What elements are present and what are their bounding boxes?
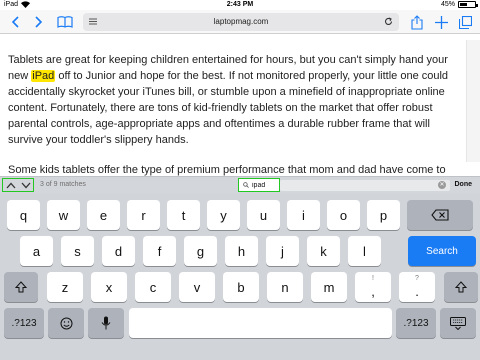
shift-key-left[interactable] (4, 272, 38, 302)
key-g[interactable]: g (184, 236, 217, 266)
delete-key[interactable] (407, 200, 473, 230)
key-l[interactable]: l (348, 236, 381, 266)
key-t[interactable]: t (167, 200, 200, 230)
article-body: Tablets are great for keeping children e… (8, 52, 464, 192)
emoji-icon (60, 317, 72, 329)
key-m[interactable]: m (311, 272, 347, 302)
comma-key[interactable]: !, (355, 272, 391, 302)
shift-icon (455, 281, 467, 293)
key-n[interactable]: n (267, 272, 303, 302)
battery-percent: 45% (440, 1, 455, 8)
emoji-key[interactable] (48, 308, 84, 338)
match-navigation (2, 178, 34, 192)
key-j[interactable]: j (266, 236, 299, 266)
search-key[interactable]: Search (408, 236, 476, 266)
share-icon (411, 14, 423, 30)
microphone-icon (101, 316, 111, 330)
numbers-key-left[interactable]: .?123 (4, 308, 44, 338)
new-tab-button[interactable] (432, 13, 450, 31)
match-count: 3 of 9 matches (40, 181, 86, 188)
done-button[interactable]: Done (455, 181, 473, 188)
key-z[interactable]: z (47, 272, 83, 302)
browser-toolbar: laptopmag.com (0, 10, 480, 34)
space-key[interactable] (129, 308, 392, 338)
sidebar-edge (466, 40, 480, 162)
clear-search-button[interactable]: ✕ (438, 181, 446, 189)
tabs-button[interactable] (456, 13, 474, 31)
key-f[interactable]: f (143, 236, 176, 266)
paragraph-text: off to Junior and hope for the best. If … (8, 70, 449, 146)
key-x[interactable]: x (91, 272, 127, 302)
hide-keyboard-icon (450, 316, 466, 330)
next-match-button[interactable] (21, 182, 31, 189)
forward-button[interactable] (30, 13, 48, 31)
find-input[interactable] (252, 181, 276, 189)
key-h[interactable]: h (225, 236, 258, 266)
share-button[interactable] (408, 13, 426, 31)
search-highlight: iPad (31, 70, 56, 82)
key-r[interactable]: r (127, 200, 160, 230)
address-bar[interactable]: laptopmag.com (83, 13, 399, 31)
clock: 2:43 PM (226, 1, 254, 8)
numbers-key-right[interactable]: .?123 (396, 308, 436, 338)
url-text: laptopmag.com (213, 17, 269, 26)
key-a[interactable]: a (20, 236, 53, 266)
key-c[interactable]: c (135, 272, 171, 302)
tabs-icon (458, 15, 472, 29)
shift-key-right[interactable] (444, 272, 478, 302)
period-key[interactable]: ?. (399, 272, 435, 302)
status-bar: iPad 2:43 PM 45% (0, 0, 480, 10)
key-v[interactable]: v (179, 272, 215, 302)
chevron-left-icon (11, 16, 19, 28)
key-e[interactable]: e (87, 200, 120, 230)
delete-icon (431, 209, 449, 221)
key-o[interactable]: o (327, 200, 360, 230)
key-q[interactable]: q (7, 200, 40, 230)
find-field[interactable] (238, 178, 280, 192)
reload-icon[interactable] (384, 17, 393, 26)
key-secondary-char: ? (415, 275, 419, 282)
key-i[interactable]: i (287, 200, 320, 230)
key-primary-char: , (371, 283, 375, 299)
battery-icon (458, 1, 478, 8)
shift-icon (15, 281, 27, 293)
hide-keyboard-key[interactable] (440, 308, 476, 338)
key-b[interactable]: b (223, 272, 259, 302)
key-d[interactable]: d (102, 236, 135, 266)
key-secondary-char: ! (372, 275, 374, 282)
chevron-right-icon (35, 16, 43, 28)
book-icon (57, 16, 73, 28)
key-y[interactable]: y (207, 200, 240, 230)
search-icon (243, 182, 249, 188)
on-screen-keyboard: qwertyuiop a s d f g h j k l Search z x c v b n m!,?. .… (0, 194, 480, 360)
find-field-track (280, 180, 450, 191)
previous-match-button[interactable] (6, 182, 16, 189)
find-on-page-bar: 3 of 9 matches ✕ Done (0, 176, 480, 194)
key-p[interactable]: p (367, 200, 400, 230)
ipad-screen: { "status_bar": { "device": "iPad", "tim… (0, 0, 480, 360)
dictation-key[interactable] (88, 308, 124, 338)
key-primary-char: . (415, 283, 419, 299)
key-w[interactable]: w (47, 200, 80, 230)
key-s[interactable]: s (61, 236, 94, 266)
back-button[interactable] (6, 13, 24, 31)
plus-icon (434, 15, 448, 29)
bookmarks-button[interactable] (56, 13, 74, 31)
key-k[interactable]: k (307, 236, 340, 266)
key-u[interactable]: u (247, 200, 280, 230)
article-paragraph-1: Tablets are great for keeping children e… (8, 52, 464, 148)
